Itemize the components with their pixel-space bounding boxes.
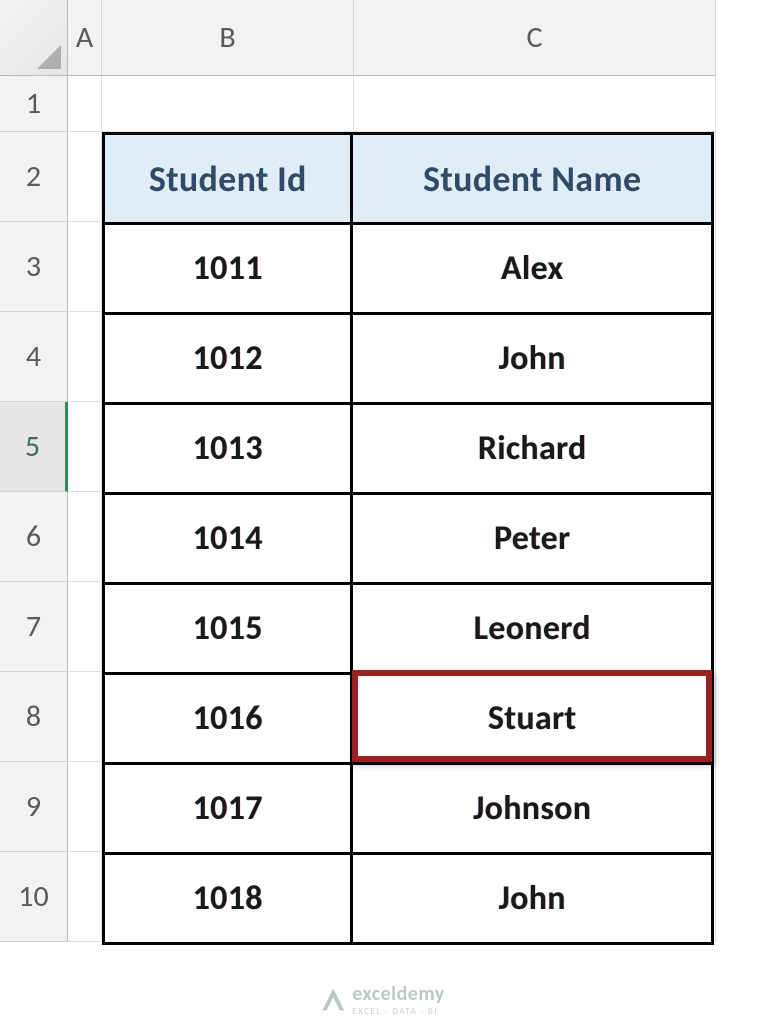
table-row: 1014 Peter	[104, 494, 713, 584]
table-row: 1011 Alex	[104, 224, 713, 314]
table-row: 1012 John	[104, 314, 713, 404]
row-head-8[interactable]: 8	[0, 672, 68, 762]
cell-student-name[interactable]: Leonerd	[352, 584, 713, 674]
cell-A6[interactable]	[68, 492, 102, 582]
row-head-4[interactable]: 4	[0, 312, 68, 402]
cell-student-id[interactable]: 1017	[104, 764, 352, 854]
table-row: 1018 John	[104, 854, 713, 944]
cell-student-name[interactable]: John	[352, 854, 713, 944]
cell-student-id[interactable]: 1014	[104, 494, 352, 584]
table-row: 1013 Richard	[104, 404, 713, 494]
cell-A3[interactable]	[68, 222, 102, 312]
col-head-A[interactable]: A	[68, 0, 102, 76]
cell-student-id[interactable]: 1011	[104, 224, 352, 314]
table-row: 1017 Johnson	[104, 764, 713, 854]
cell-A4[interactable]	[68, 312, 102, 402]
cell-student-id[interactable]: 1018	[104, 854, 352, 944]
row-head-3[interactable]: 3	[0, 222, 68, 312]
cell-student-name[interactable]: Richard	[352, 404, 713, 494]
cell-student-id[interactable]: 1015	[104, 584, 352, 674]
row-head-6[interactable]: 6	[0, 492, 68, 582]
cell-A7[interactable]	[68, 582, 102, 672]
table-row: 1015 Leonerd	[104, 584, 713, 674]
row-head-2[interactable]: 2	[0, 132, 68, 222]
cell-student-id[interactable]: 1016	[104, 674, 352, 764]
row-head-7[interactable]: 7	[0, 582, 68, 672]
cell-student-id[interactable]: 1013	[104, 404, 352, 494]
cell-student-name[interactable]: Stuart	[352, 674, 713, 764]
col-head-B[interactable]: B	[102, 0, 354, 76]
row-head-10[interactable]: 10	[0, 852, 68, 942]
cell-student-name[interactable]: John	[352, 314, 713, 404]
watermark-brand: exceldemy	[352, 982, 445, 1006]
cell-student-name[interactable]: Alex	[352, 224, 713, 314]
table-header-row: Student Id Student Name	[104, 134, 713, 224]
table-row: 1016 Stuart	[104, 674, 713, 764]
cell-student-name[interactable]: Johnson	[352, 764, 713, 854]
cell-C1[interactable]	[354, 76, 716, 132]
watermark-tagline: EXCEL · DATA · BI	[352, 1006, 445, 1017]
watermark: exceldemy EXCEL · DATA · BI	[322, 982, 445, 1017]
row-head-1[interactable]: 1	[0, 76, 68, 132]
cell-A5[interactable]	[68, 402, 102, 492]
row-head-5[interactable]: 5	[0, 402, 68, 492]
student-table: Student Id Student Name 1011 Alex 1012 J…	[102, 132, 714, 945]
col-head-C[interactable]: C	[354, 0, 716, 76]
cell-student-name[interactable]: Peter	[352, 494, 713, 584]
cell-A10[interactable]	[68, 852, 102, 942]
select-all-corner[interactable]	[0, 0, 68, 76]
cell-student-id[interactable]: 1012	[104, 314, 352, 404]
cell-A8[interactable]	[68, 672, 102, 762]
cell-A2[interactable]	[68, 132, 102, 222]
watermark-logo-icon	[322, 989, 344, 1011]
header-student-id[interactable]: Student Id	[104, 134, 352, 224]
row-head-9[interactable]: 9	[0, 762, 68, 852]
cell-A1[interactable]	[68, 76, 102, 132]
cell-A9[interactable]	[68, 762, 102, 852]
cell-B1[interactable]	[102, 76, 354, 132]
header-student-name[interactable]: Student Name	[352, 134, 713, 224]
